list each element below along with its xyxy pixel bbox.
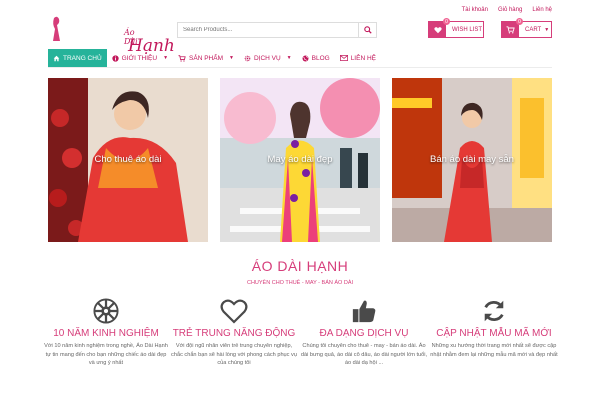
nav-item-contact[interactable]: LIÊN HỆ	[335, 49, 381, 67]
nav-label-contact: LIÊN HỆ	[350, 54, 376, 62]
chevron-down-icon: ▼	[286, 55, 292, 61]
envelope-icon	[339, 55, 348, 61]
feature-title: ĐA DẠNG DỊCH VỤ	[319, 328, 409, 339]
cart-label: CART	[525, 26, 542, 33]
logo-figure-icon	[53, 16, 60, 41]
wishlist-icon-box: 0	[429, 18, 450, 37]
feature-title: 10 NĂM KINH NGHIỆM	[53, 328, 159, 339]
logo[interactable]	[48, 14, 120, 44]
home-icon	[53, 55, 60, 61]
cart-icon	[178, 54, 186, 62]
wishlist-button[interactable]: 0 WISH LIST	[428, 18, 484, 38]
chevron-down-icon: ▼	[228, 55, 234, 61]
banner-label: Cho thuê áo dài	[94, 154, 162, 165]
contact-link[interactable]: Liên hệ	[532, 7, 552, 13]
feature-services: ĐA DẠNG DỊCH VỤ Chúng tôi chuyên cho thu…	[300, 298, 428, 368]
search-icon	[363, 26, 372, 34]
cart-icon-box: 0	[502, 18, 523, 37]
nav-label-about: GIỚI THIỆU	[121, 54, 158, 62]
thumbs-up-icon	[352, 300, 376, 323]
banner-rental[interactable]: Cho thuê áo dài	[48, 78, 208, 242]
top-links: Tài khoản Giỏ hàng Liên hệ	[462, 7, 552, 13]
feature-description: Những xu hướng thời trang mới nhất sẽ đư…	[430, 343, 558, 358]
main-nav: TRANG CHỦ GIỚI THIỆU ▼ SẢN PHẨM ▼ DỊCH V…	[48, 49, 381, 67]
nav-label-home: TRANG CHỦ	[63, 54, 102, 62]
search-input[interactable]	[178, 23, 358, 37]
empire-icon	[93, 298, 119, 324]
nav-item-blog[interactable]: BLOG	[297, 49, 335, 67]
feature-description: Với 10 năm kinh nghiệm trong nghề, Áo Dà…	[44, 343, 168, 366]
info-icon	[111, 54, 119, 62]
nav-item-products[interactable]: SẢN PHẨM ▼	[173, 49, 239, 67]
account-link[interactable]: Tài khoản	[462, 7, 488, 13]
cog-icon	[244, 55, 251, 61]
nav-item-services[interactable]: DỊCH VỤ ▼	[239, 49, 297, 67]
feature-title: CẬP NHẬT MẪU MÃ MỚI	[436, 328, 552, 339]
feature-youthful: TRẺ TRUNG NĂNG ĐỘNG Với đội ngũ nhân viê…	[170, 298, 298, 368]
search-bar	[177, 22, 377, 38]
cart-button[interactable]: 0 CART ▼	[501, 18, 552, 38]
chevron-down-icon: ▼	[544, 26, 550, 33]
banner-label: May áo dài đẹp	[267, 154, 333, 165]
heart-icon	[433, 26, 442, 33]
feature-new-designs: CẬP NHẬT MẪU MÃ MỚI Những xu hướng thời …	[430, 298, 558, 359]
page-subtitle: CHUYÊN CHO THUÊ - MAY - BÁN ÁO DÀI	[246, 280, 354, 286]
wishlist-label: WISH LIST	[452, 26, 483, 33]
chevron-down-icon: ▼	[163, 55, 169, 61]
cart-count-badge: 0	[516, 18, 523, 25]
nav-label-blog: BLOG	[311, 54, 330, 62]
page-title: ÁO DÀI HẠNH	[251, 258, 349, 274]
cart-icon	[506, 25, 515, 34]
feature-experience: 10 NĂM KINH NGHIỆM Với 10 năm kinh nghiệ…	[42, 298, 170, 368]
feature-title: TRẺ TRUNG NĂNG ĐỘNG	[172, 328, 296, 339]
nav-item-home[interactable]: TRANG CHỦ	[48, 49, 107, 67]
nav-divider	[48, 67, 552, 68]
nav-label-services: DỊCH VỤ	[253, 54, 281, 62]
cart-link[interactable]: Giỏ hàng	[498, 7, 522, 13]
feature-description: Với đội ngũ nhân viên trẻ trung chuyên n…	[171, 343, 297, 366]
wishlist-count-badge: 0	[443, 18, 450, 25]
refresh-icon	[484, 300, 504, 322]
globe-icon	[302, 54, 309, 62]
banner-ready-made[interactable]: Bán áo dài may sẵn	[392, 78, 552, 242]
search-button[interactable]	[358, 23, 376, 37]
nav-label-products: SẢN PHẨM	[189, 54, 223, 62]
banner-tailoring[interactable]: May áo dài đẹp	[220, 78, 380, 242]
heart-icon	[220, 299, 248, 324]
nav-item-about[interactable]: GIỚI THIỆU ▼	[107, 49, 173, 67]
feature-description: Chúng tôi chuyên cho thuê - may - bán áo…	[300, 343, 428, 366]
banner-label: Bán áo dài may sẵn	[430, 154, 514, 165]
